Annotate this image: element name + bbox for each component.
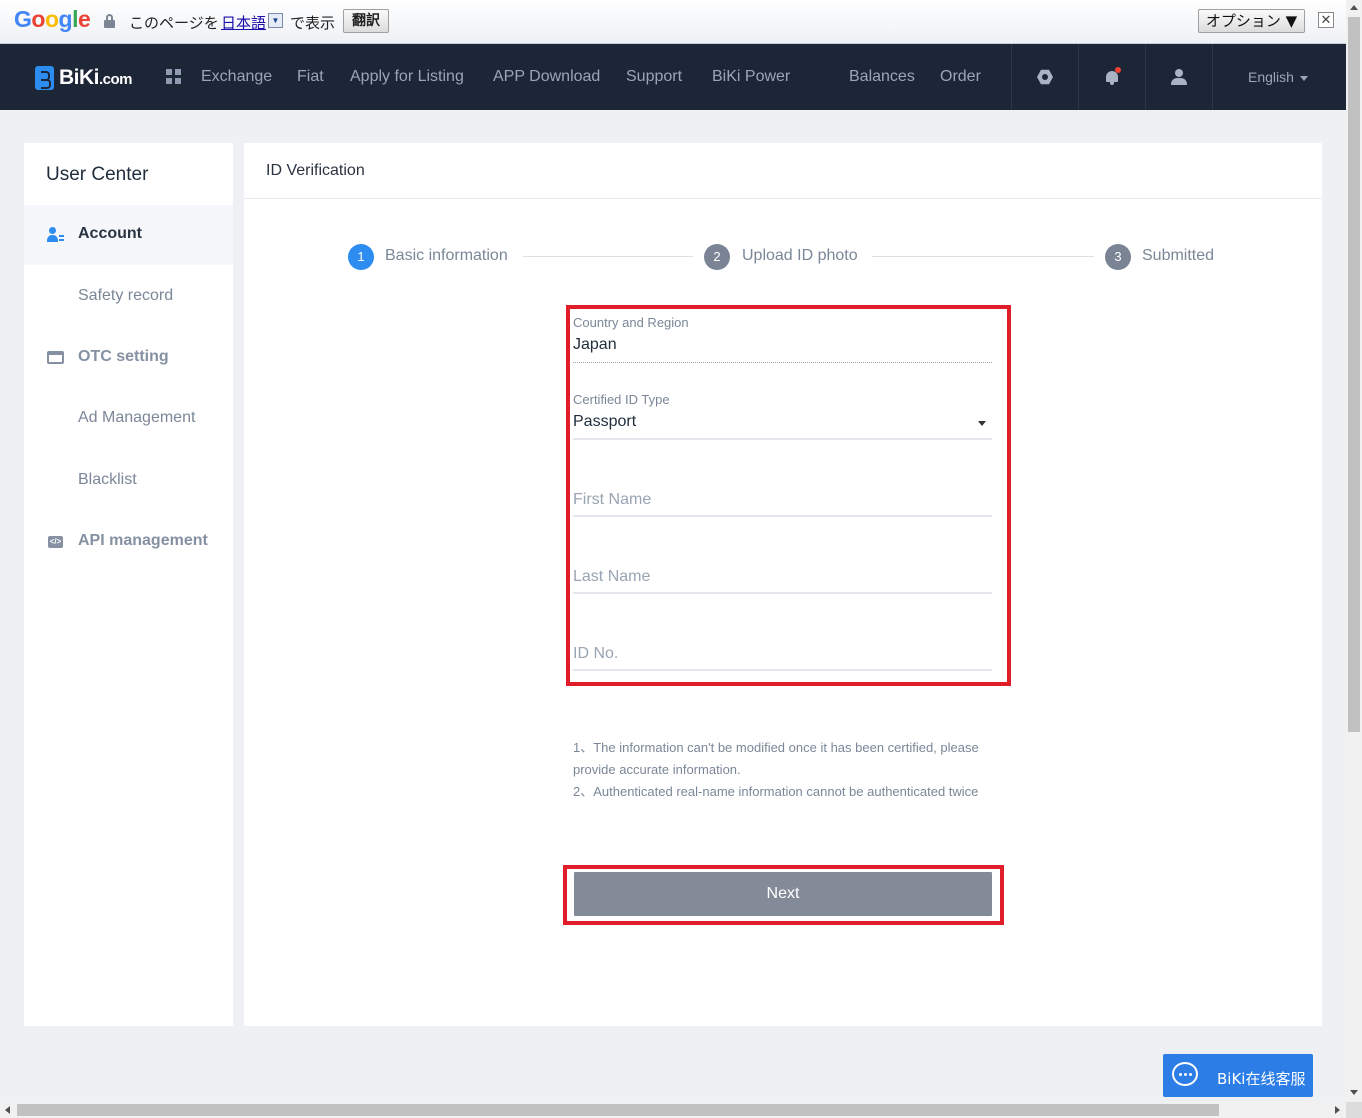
sidebar-item-blacklist[interactable]: Blacklist [24, 451, 233, 511]
last-name-placeholder: Last Name [573, 568, 651, 585]
language-label: English [1248, 69, 1294, 85]
scroll-down-arrow-icon[interactable] [1350, 1090, 1358, 1095]
verification-notes: 1、The information can't be modified once… [573, 737, 993, 803]
nav-divider [1078, 44, 1079, 110]
horizontal-scroll-thumb[interactable] [17, 1104, 1219, 1116]
sidebar-item-safety-record[interactable]: Safety record [24, 267, 233, 327]
api-icon: </> [48, 536, 63, 548]
nav-balances[interactable]: Balances [849, 68, 915, 86]
lock-icon [104, 14, 115, 28]
sidebar-item-label: Ad Management [78, 409, 196, 426]
step-connector [872, 256, 1094, 257]
scroll-up-arrow-icon[interactable] [1350, 5, 1358, 10]
translate-language-link[interactable]: 日本語 [221, 12, 266, 33]
country-region-value: Japan [573, 336, 617, 353]
language-dropdown-icon[interactable]: ▼ [268, 13, 283, 28]
translate-prefix: このページを [129, 14, 219, 32]
language-selector[interactable]: English [1248, 69, 1308, 85]
horizontal-scrollbar[interactable] [0, 1102, 1346, 1118]
sidebar-item-otc-setting[interactable]: OTC setting [24, 328, 233, 388]
sidebar-item-label: API management [78, 532, 208, 549]
card-icon [47, 351, 64, 364]
options-button[interactable]: オプション ▼ [1198, 9, 1305, 33]
customer-service-chat-button[interactable]: BiKi在线客服 [1163, 1054, 1313, 1097]
nav-apply-for-listing[interactable]: Apply for Listing [350, 68, 464, 86]
step-2-indicator: 2 [704, 244, 730, 270]
chevron-down-icon [1299, 75, 1308, 81]
nav-divider [1011, 44, 1012, 110]
notification-bell-icon[interactable] [1104, 67, 1121, 85]
nav-divider [1212, 44, 1213, 110]
field-underline [573, 592, 992, 594]
translate-suffix: で表示 [290, 14, 336, 32]
nav-app-download[interactable]: APP Download [493, 68, 600, 86]
step-1-label: Basic information [385, 247, 508, 264]
step-3-label: Submitted [1142, 247, 1215, 264]
translate-button[interactable]: 翻訳 [343, 9, 389, 33]
chat-label: BiKi在线客服 [1217, 1070, 1306, 1088]
sidebar-item-label: OTC setting [78, 348, 169, 365]
translate-bar: Google このページを 日本語 ▼ で表示 翻訳 オプション ▼ ✕ [0, 0, 1346, 44]
scroll-right-arrow-icon[interactable] [1335, 1106, 1340, 1114]
chat-bubble-icon [1172, 1062, 1198, 1086]
user-center-sidebar: User Center Account Safety record OTC se… [24, 143, 233, 1026]
field-underline [573, 515, 992, 517]
biki-logo-icon [35, 66, 54, 90]
field-underline [573, 362, 992, 363]
id-number-placeholder: ID No. [573, 645, 619, 662]
field-underline [573, 438, 992, 440]
scroll-left-arrow-icon[interactable] [5, 1106, 10, 1114]
nav-biki-power[interactable]: BiKi Power [712, 68, 790, 86]
id-verification-panel: ID Verification 1 Basic information 2 Up… [244, 143, 1322, 1026]
user-profile-icon[interactable] [1171, 69, 1187, 85]
id-type-label: Certified ID Type [573, 392, 670, 407]
step-1-indicator: 1 [348, 244, 374, 270]
brand-name: BiKi [59, 66, 100, 89]
scrollbar-corner [1346, 1102, 1362, 1118]
sidebar-item-ad-management[interactable]: Ad Management [24, 389, 233, 449]
sidebar-item-label: Blacklist [78, 471, 137, 488]
divider [244, 198, 1322, 199]
step-connector [523, 256, 693, 257]
first-name-placeholder: First Name [573, 491, 652, 508]
id-type-value: Passport [573, 413, 637, 430]
sidebar-item-api-management[interactable]: </> API management [24, 512, 233, 572]
close-icon[interactable]: ✕ [1318, 12, 1334, 28]
field-underline [573, 669, 992, 671]
top-nav: BiKi.com Exchange Fiat Apply for Listing… [0, 44, 1346, 110]
account-icon [47, 227, 64, 242]
id-number-input[interactable]: ID No. [573, 637, 992, 673]
nav-divider [1145, 44, 1146, 110]
nav-order[interactable]: Order [940, 68, 981, 86]
apps-grid-icon[interactable] [166, 69, 181, 84]
nav-support[interactable]: Support [626, 68, 682, 86]
first-name-input[interactable]: First Name [573, 483, 992, 519]
note-item: 2、Authenticated real-name information ca… [573, 784, 979, 799]
vertical-scrollbar[interactable] [1346, 0, 1362, 1102]
step-3-indicator: 3 [1105, 244, 1131, 270]
nav-exchange[interactable]: Exchange [201, 68, 272, 86]
sidebar-title: User Center [46, 164, 149, 185]
next-button[interactable]: Next [574, 872, 992, 916]
google-logo: Google [14, 6, 91, 32]
sidebar-item-label: Account [78, 225, 142, 242]
vertical-scroll-thumb[interactable] [1348, 17, 1360, 732]
sidebar-item-account[interactable]: Account [24, 205, 233, 265]
step-2-label: Upload ID photo [742, 247, 858, 264]
country-region-field[interactable]: Country and Region Japan [573, 315, 992, 365]
last-name-input[interactable]: Last Name [573, 560, 992, 596]
brand-suffix: .com [99, 71, 133, 88]
country-region-label: Country and Region [573, 315, 689, 330]
id-type-select[interactable]: Certified ID Type Passport [573, 392, 992, 442]
settings-icon[interactable] [1037, 69, 1053, 85]
note-item: 1、The information can't be modified once… [573, 740, 979, 777]
page-title: ID Verification [266, 162, 365, 179]
sidebar-item-label: Safety record [78, 287, 174, 304]
caret-down-icon [978, 421, 986, 426]
nav-fiat[interactable]: Fiat [297, 68, 324, 86]
